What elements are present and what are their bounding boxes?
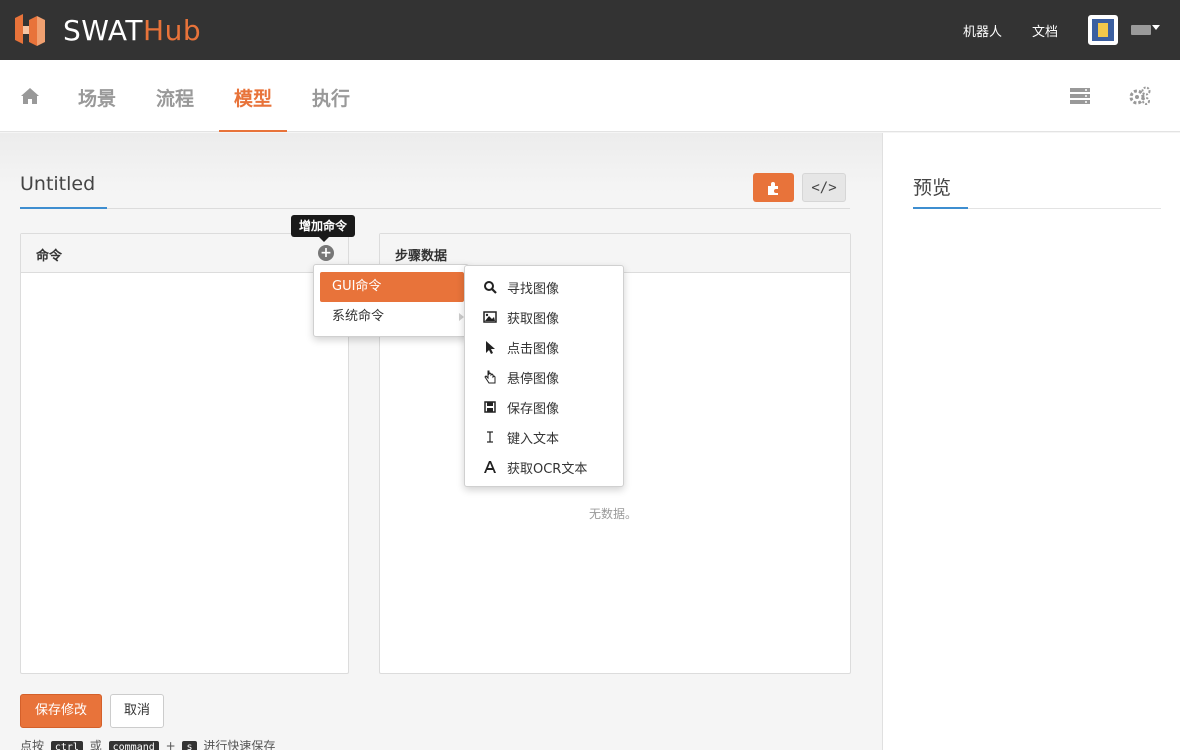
menu-item-hover-image[interactable]: 悬停图像 xyxy=(483,362,559,392)
floppy-icon xyxy=(484,401,496,413)
save-button[interactable]: 保存修改 xyxy=(20,694,102,728)
server-icon[interactable] xyxy=(1069,86,1091,106)
brand[interactable]: SWATHub xyxy=(15,13,201,47)
preview-accent xyxy=(913,207,968,209)
divider xyxy=(20,208,850,209)
menu-item-system-commands[interactable]: 系统命令 xyxy=(320,302,464,332)
search-icon xyxy=(484,281,497,294)
brand-name: SWATHub xyxy=(63,13,202,47)
menu-item-get-image[interactable]: 获取图像 xyxy=(483,302,559,332)
swathub-logo-icon xyxy=(15,14,45,46)
menu-item-click-image[interactable]: 点击图像 xyxy=(483,332,559,362)
gui-commands-submenu: 寻找图像 获取图像 点击图像 悬停图像 保存图像 键入文本 获取OCR文本 xyxy=(464,265,624,487)
commands-panel: 命令 + xyxy=(20,233,349,674)
page-title[interactable]: Untitled xyxy=(20,173,95,195)
save-hint: 点按 ctrl 或 command + s 进行快速保存 xyxy=(20,737,275,750)
command-context-menu: GUI命令 系统命令 xyxy=(313,264,469,337)
home-icon[interactable] xyxy=(20,87,40,105)
avatar[interactable] xyxy=(1088,15,1118,45)
puzzle-button[interactable] xyxy=(753,173,794,202)
code-button[interactable]: </> xyxy=(802,173,846,202)
font-icon xyxy=(484,461,496,473)
text-cursor-icon xyxy=(487,431,493,443)
preview-title: 预览 xyxy=(913,177,952,199)
tab-flows[interactable]: 流程 xyxy=(156,84,194,111)
title-accent xyxy=(20,207,107,209)
user-name-redacted[interactable] xyxy=(1131,25,1151,35)
tab-scenes[interactable]: 场景 xyxy=(78,84,116,111)
docs-link[interactable]: 文档 xyxy=(1032,21,1058,40)
tab-execute[interactable]: 执行 xyxy=(312,84,350,111)
main-nav: 场景 流程 模型 执行 xyxy=(0,60,1180,132)
chevron-down-icon[interactable] xyxy=(1152,25,1160,30)
empty-state-text: 无数据。 xyxy=(589,507,638,521)
add-command-button[interactable]: + xyxy=(318,245,334,261)
top-bar: SWATHub 机器人 文档 xyxy=(0,0,1180,60)
commands-panel-title: 命令 xyxy=(21,234,348,273)
menu-item-gui-commands[interactable]: GUI命令 xyxy=(320,272,464,302)
gears-icon[interactable] xyxy=(1129,86,1151,106)
menu-item-save-image[interactable]: 保存图像 xyxy=(483,392,559,422)
preview-sidebar: 预览 xyxy=(882,133,1180,750)
cancel-button[interactable]: 取消 xyxy=(110,694,164,728)
active-tab-indicator xyxy=(219,130,287,132)
menu-item-find-image[interactable]: 寻找图像 xyxy=(483,272,559,302)
kbd-ctrl: ctrl xyxy=(50,741,83,750)
robots-link[interactable]: 机器人 xyxy=(963,21,1002,40)
add-command-tooltip: 增加命令 xyxy=(291,215,355,242)
tab-models[interactable]: 模型 xyxy=(234,84,272,111)
hand-icon xyxy=(484,370,496,384)
puzzle-icon xyxy=(767,181,778,195)
menu-item-type-text[interactable]: 键入文本 xyxy=(483,422,559,452)
image-icon xyxy=(483,311,497,323)
menu-item-get-ocr-text[interactable]: 获取OCR文本 xyxy=(483,452,587,482)
cursor-icon xyxy=(486,341,495,354)
kbd-s: s xyxy=(182,741,197,750)
kbd-command: command xyxy=(108,741,159,750)
